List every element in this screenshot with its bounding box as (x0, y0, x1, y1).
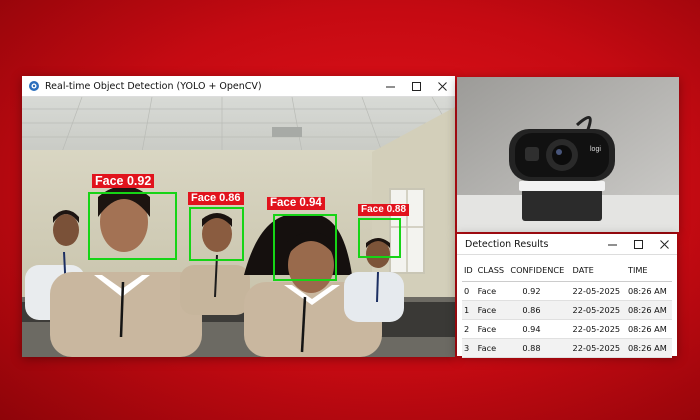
minimize-button[interactable] (377, 76, 403, 96)
cell-date: 22-05-2025 (570, 281, 626, 301)
column-header-id[interactable]: ID (462, 259, 476, 282)
column-header-class[interactable]: CLASS (475, 259, 509, 282)
cell-date: 22-05-2025 (570, 338, 626, 358)
maximize-button[interactable] (403, 76, 429, 96)
app-icon (29, 81, 39, 91)
cell-class: Face (475, 319, 509, 339)
detection-window[interactable]: Real-time Object Detection (YOLO + OpenC… (22, 76, 455, 357)
results-close-button[interactable] (651, 234, 677, 254)
maximize-icon (411, 81, 421, 91)
detection-label-1: Face 0.86 (188, 192, 244, 205)
webcam-window: logi (457, 77, 679, 232)
cell-time: 08:26 AM (625, 300, 672, 320)
table-row[interactable]: 2 Face 0.94 22-05-2025 08:26 AM (462, 319, 672, 339)
webcam-brand-logo: logi (590, 146, 601, 153)
table-row[interactable]: 0 Face 0.92 22-05-2025 08:26 AM (462, 281, 672, 301)
cell-id: 2 (462, 319, 476, 339)
close-icon (437, 81, 447, 91)
results-maximize-button[interactable] (625, 234, 651, 254)
close-icon (659, 239, 669, 249)
results-minimize-button[interactable] (599, 234, 625, 254)
table-row[interactable]: 3 Face 0.88 22-05-2025 08:26 AM (462, 338, 672, 358)
column-header-time[interactable]: TIME (625, 259, 672, 282)
cell-id: 3 (462, 338, 476, 358)
detection-box-3 (358, 218, 401, 258)
cell-id: 1 (462, 300, 476, 320)
table-row[interactable]: 1 Face 0.86 22-05-2025 08:26 AM (462, 300, 672, 320)
cell-date: 22-05-2025 (570, 319, 626, 339)
detection-label-0: Face 0.92 (92, 174, 155, 189)
minimize-icon (607, 244, 617, 245)
detection-label-3: Face 0.88 (358, 204, 410, 216)
results-window[interactable]: Detection Results ID CLASS CONFIDENCE DA… (457, 234, 677, 358)
column-header-confidence[interactable]: CONFIDENCE (508, 259, 571, 282)
webcam-photo (457, 77, 679, 232)
minimize-icon (385, 86, 395, 87)
cell-time: 08:26 AM (625, 281, 672, 301)
detection-box-2 (273, 214, 337, 281)
cell-id: 0 (462, 281, 476, 301)
cell-class: Face (475, 281, 509, 301)
results-table: ID CLASS CONFIDENCE DATE TIME 0 Face 0.9… (462, 259, 672, 358)
results-window-title: Detection Results (465, 238, 549, 250)
cell-confidence: 0.92 (508, 281, 571, 301)
results-window-titlebar[interactable]: Detection Results (457, 234, 677, 255)
detection-window-title: Real-time Object Detection (YOLO + OpenC… (45, 80, 262, 92)
detection-label-2: Face 0.94 (267, 197, 325, 211)
cell-time: 08:26 AM (625, 338, 672, 358)
results-table-container: ID CLASS CONFIDENCE DATE TIME 0 Face 0.9… (457, 255, 677, 362)
cell-confidence: 0.86 (508, 300, 571, 320)
detection-box-1 (189, 207, 244, 261)
table-header-row: ID CLASS CONFIDENCE DATE TIME (462, 259, 672, 282)
cell-class: Face (475, 300, 509, 320)
cell-class: Face (475, 338, 509, 358)
camera-feed: Face 0.92 Face 0.86 Face 0.94 Face 0.88 (22, 97, 455, 357)
cell-confidence: 0.94 (508, 319, 571, 339)
detection-window-titlebar[interactable]: Real-time Object Detection (YOLO + OpenC… (22, 76, 455, 97)
cell-confidence: 0.88 (508, 338, 571, 358)
cell-time: 08:26 AM (625, 319, 672, 339)
column-header-date[interactable]: DATE (570, 259, 626, 282)
cell-date: 22-05-2025 (570, 300, 626, 320)
close-button[interactable] (429, 76, 455, 96)
maximize-icon (633, 239, 643, 249)
detection-box-0 (88, 192, 177, 260)
